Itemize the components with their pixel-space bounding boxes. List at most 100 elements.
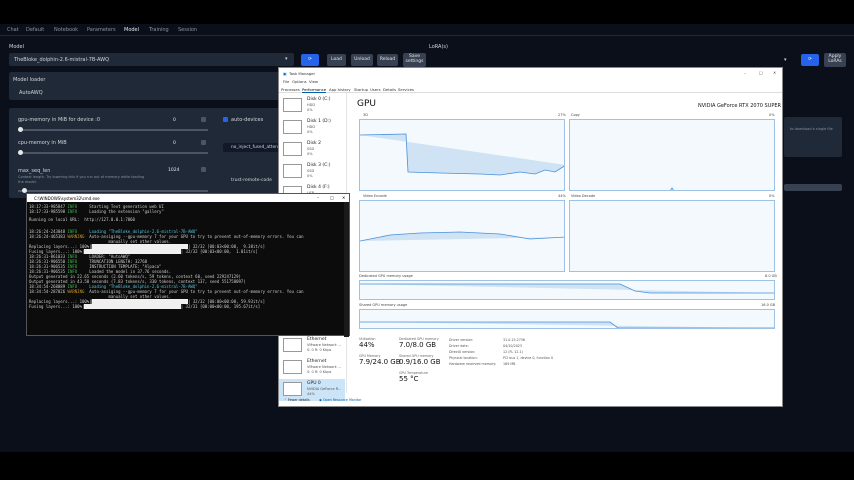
resource-monitor-label: Open Resource Monitor <box>322 398 362 402</box>
tab-app-history[interactable]: App history <box>329 87 351 92</box>
console-message: Running on local URL: http://127.0.0.1:7… <box>29 217 135 222</box>
graph-copy-label: Copy <box>571 113 580 117</box>
graph-encode-svg <box>360 231 564 242</box>
chevron-down-icon: ▾ <box>285 56 288 62</box>
trust-remote-code-label: trust-remote-code <box>231 178 272 183</box>
close-button[interactable]: ✕ <box>773 70 776 75</box>
refresh-button[interactable]: ⟳ <box>301 54 319 66</box>
lora-dropdown-chevron[interactable]: ▾ <box>783 54 791 66</box>
load-button[interactable]: Load <box>327 54 346 66</box>
model-selected-value: TheBloke_dolphin-2.6-mistral-7B-AWQ <box>14 57 110 63</box>
fewer-details-link[interactable]: ⌃ Fewer details <box>284 398 310 402</box>
sidebar-item-name: Disk 2 <box>307 141 321 146</box>
cpu-memory-reset[interactable] <box>201 140 206 145</box>
refresh-icon: ⟳ <box>808 57 812 62</box>
cpu-memory-value[interactable]: 0 <box>173 141 176 146</box>
sidebar-item-ethernet-2[interactable]: Ethernet VMware Network ... S: 0 R: 0 Kbps <box>279 357 345 379</box>
no-inject-fused-attention-row[interactable]: no_inject_fused_atten <box>223 143 279 152</box>
gpu-memory-label: gpu-memory in MiB for device :0 <box>18 117 101 123</box>
sidebar-item-name: Ethernet <box>307 337 327 342</box>
sidebar-item-ethernet-1[interactable]: Ethernet VMware Network ... S: 0 R: 0 Kbps <box>279 335 345 357</box>
gpu-memory-reset[interactable] <box>201 117 206 122</box>
save-settings-button[interactable]: Save settings <box>403 53 426 67</box>
auto-devices-checkbox[interactable] <box>223 117 228 122</box>
sidebar-item-sub: HDD <box>307 103 316 107</box>
apply-loras-button[interactable]: Apply LoRAs <box>824 53 846 67</box>
loader-label: Model loader <box>13 77 46 83</box>
graph-encode-label: Video Encode <box>363 194 387 198</box>
console-progress-bar: ████████████████████████████████████████ <box>84 304 181 309</box>
fewer-details-label: Fewer details <box>287 398 310 402</box>
stat-value: 55 °C <box>399 375 419 383</box>
lora-refresh-button[interactable]: ⟳ <box>801 54 819 66</box>
disk-graph-thumb <box>283 98 302 112</box>
tab-chat[interactable]: Chat <box>7 27 19 33</box>
maximize-button[interactable]: □ <box>759 70 763 75</box>
graph-copy <box>569 119 775 191</box>
cpu-memory-slider[interactable] <box>18 150 208 155</box>
detail-value: 31.0.15.2756 <box>503 338 526 342</box>
tab-services[interactable]: Services <box>398 87 414 92</box>
slider-knob[interactable] <box>18 127 23 132</box>
gpu-memory-value[interactable]: 0 <box>173 118 176 123</box>
max-seq-len-slider[interactable] <box>18 188 208 193</box>
sidebar-item-disk1[interactable]: Disk 1 (D:) HDD 0% <box>279 117 345 139</box>
tab-parameters[interactable]: Parameters <box>87 27 116 33</box>
lora-label: LoRA(s) <box>429 44 448 50</box>
graph-shared-memory <box>359 309 775 329</box>
download-button-bar[interactable] <box>784 184 842 191</box>
dedicated-memory-max: 8.0 GB <box>765 274 777 278</box>
tab-notebook[interactable]: Notebook <box>54 27 78 33</box>
sidebar-item-disk0[interactable]: Disk 0 (C:) HDD 0% <box>279 95 345 117</box>
max-seq-len-reset[interactable] <box>201 167 206 172</box>
tab-model[interactable]: Model <box>124 27 139 33</box>
tab-processes[interactable]: Processes <box>281 87 300 92</box>
graph-3d-line <box>360 133 564 176</box>
detail-value: 04/10/2023 <box>503 344 523 348</box>
menu-file[interactable]: File <box>283 79 289 84</box>
gpu-heading: GPU <box>357 99 376 109</box>
cmd-titlebar[interactable]: C:\WINDOWS\system32\cmd.exe – □ ✕ <box>27 194 349 202</box>
cpu-memory-label: cpu-memory in MiB <box>18 140 67 146</box>
gpu-memory-slider[interactable] <box>18 127 208 132</box>
sidebar-item-sub: NVIDIA GeForce R... <box>307 387 342 391</box>
model-dropdown[interactable]: TheBloke_dolphin-2.6-mistral-7B-AWQ ▾ <box>9 53 294 66</box>
reload-button[interactable]: Reload <box>377 54 398 66</box>
close-button[interactable]: ✕ <box>342 195 345 200</box>
graph-shared-line <box>360 321 774 328</box>
sidebar-item-sub: HDD <box>307 125 316 129</box>
task-manager-window: ▣ Task Manager – □ ✕ File Options View P… <box>278 67 783 407</box>
webui-tab-bar: Chat Default Notebook Parameters Model T… <box>0 24 854 36</box>
sidebar-item-disk3[interactable]: Disk 3 (C:) SSD 0% <box>279 161 345 183</box>
task-manager-titlebar[interactable]: ▣ Task Manager – □ ✕ <box>279 68 782 78</box>
tab-training[interactable]: Training <box>149 27 169 33</box>
sidebar-item-disk2[interactable]: Disk 2 SSD 0% <box>279 139 345 161</box>
network-graph-thumb <box>283 360 302 374</box>
minimize-button[interactable]: – <box>744 70 746 75</box>
sidebar-item-name: GPU 0 <box>307 381 321 386</box>
open-resource-monitor-link[interactable]: ◉ Open Resource Monitor <box>319 398 362 402</box>
task-manager-menubar: File Options View <box>279 78 782 86</box>
tab-startup[interactable]: Startup <box>354 87 368 92</box>
tab-session[interactable]: Session <box>178 27 197 33</box>
cmd-scrollbar[interactable] <box>344 202 349 337</box>
tab-default[interactable]: Default <box>26 27 44 33</box>
sidebar-item-sub: VMware Network ... <box>307 343 342 347</box>
unload-button[interactable]: Unload <box>351 54 373 66</box>
max-seq-len-value[interactable]: 1024 <box>168 168 179 173</box>
loader-value[interactable]: AutoAWQ <box>19 90 43 96</box>
graph-dedicated-line <box>360 283 774 294</box>
console-level: INFO <box>67 209 90 214</box>
stat-utilization: Utilization 44% <box>359 337 376 349</box>
console-line: 18:17:33-985598 INFO Loading the extensi… <box>29 209 164 214</box>
slider-knob[interactable] <box>18 150 23 155</box>
tab-users[interactable]: Users <box>370 87 381 92</box>
sidebar-item-value: S: 0 R: 0 Kbps <box>307 348 332 352</box>
menu-view[interactable]: View <box>309 79 318 84</box>
maximize-button[interactable]: □ <box>330 195 334 200</box>
menu-options[interactable]: Options <box>292 79 307 84</box>
sidebar-item-name: Disk 1 (D:) <box>307 119 331 124</box>
graph-copy-line <box>670 187 674 190</box>
minimize-button[interactable]: – <box>317 195 319 200</box>
tab-details[interactable]: Details <box>383 87 396 92</box>
